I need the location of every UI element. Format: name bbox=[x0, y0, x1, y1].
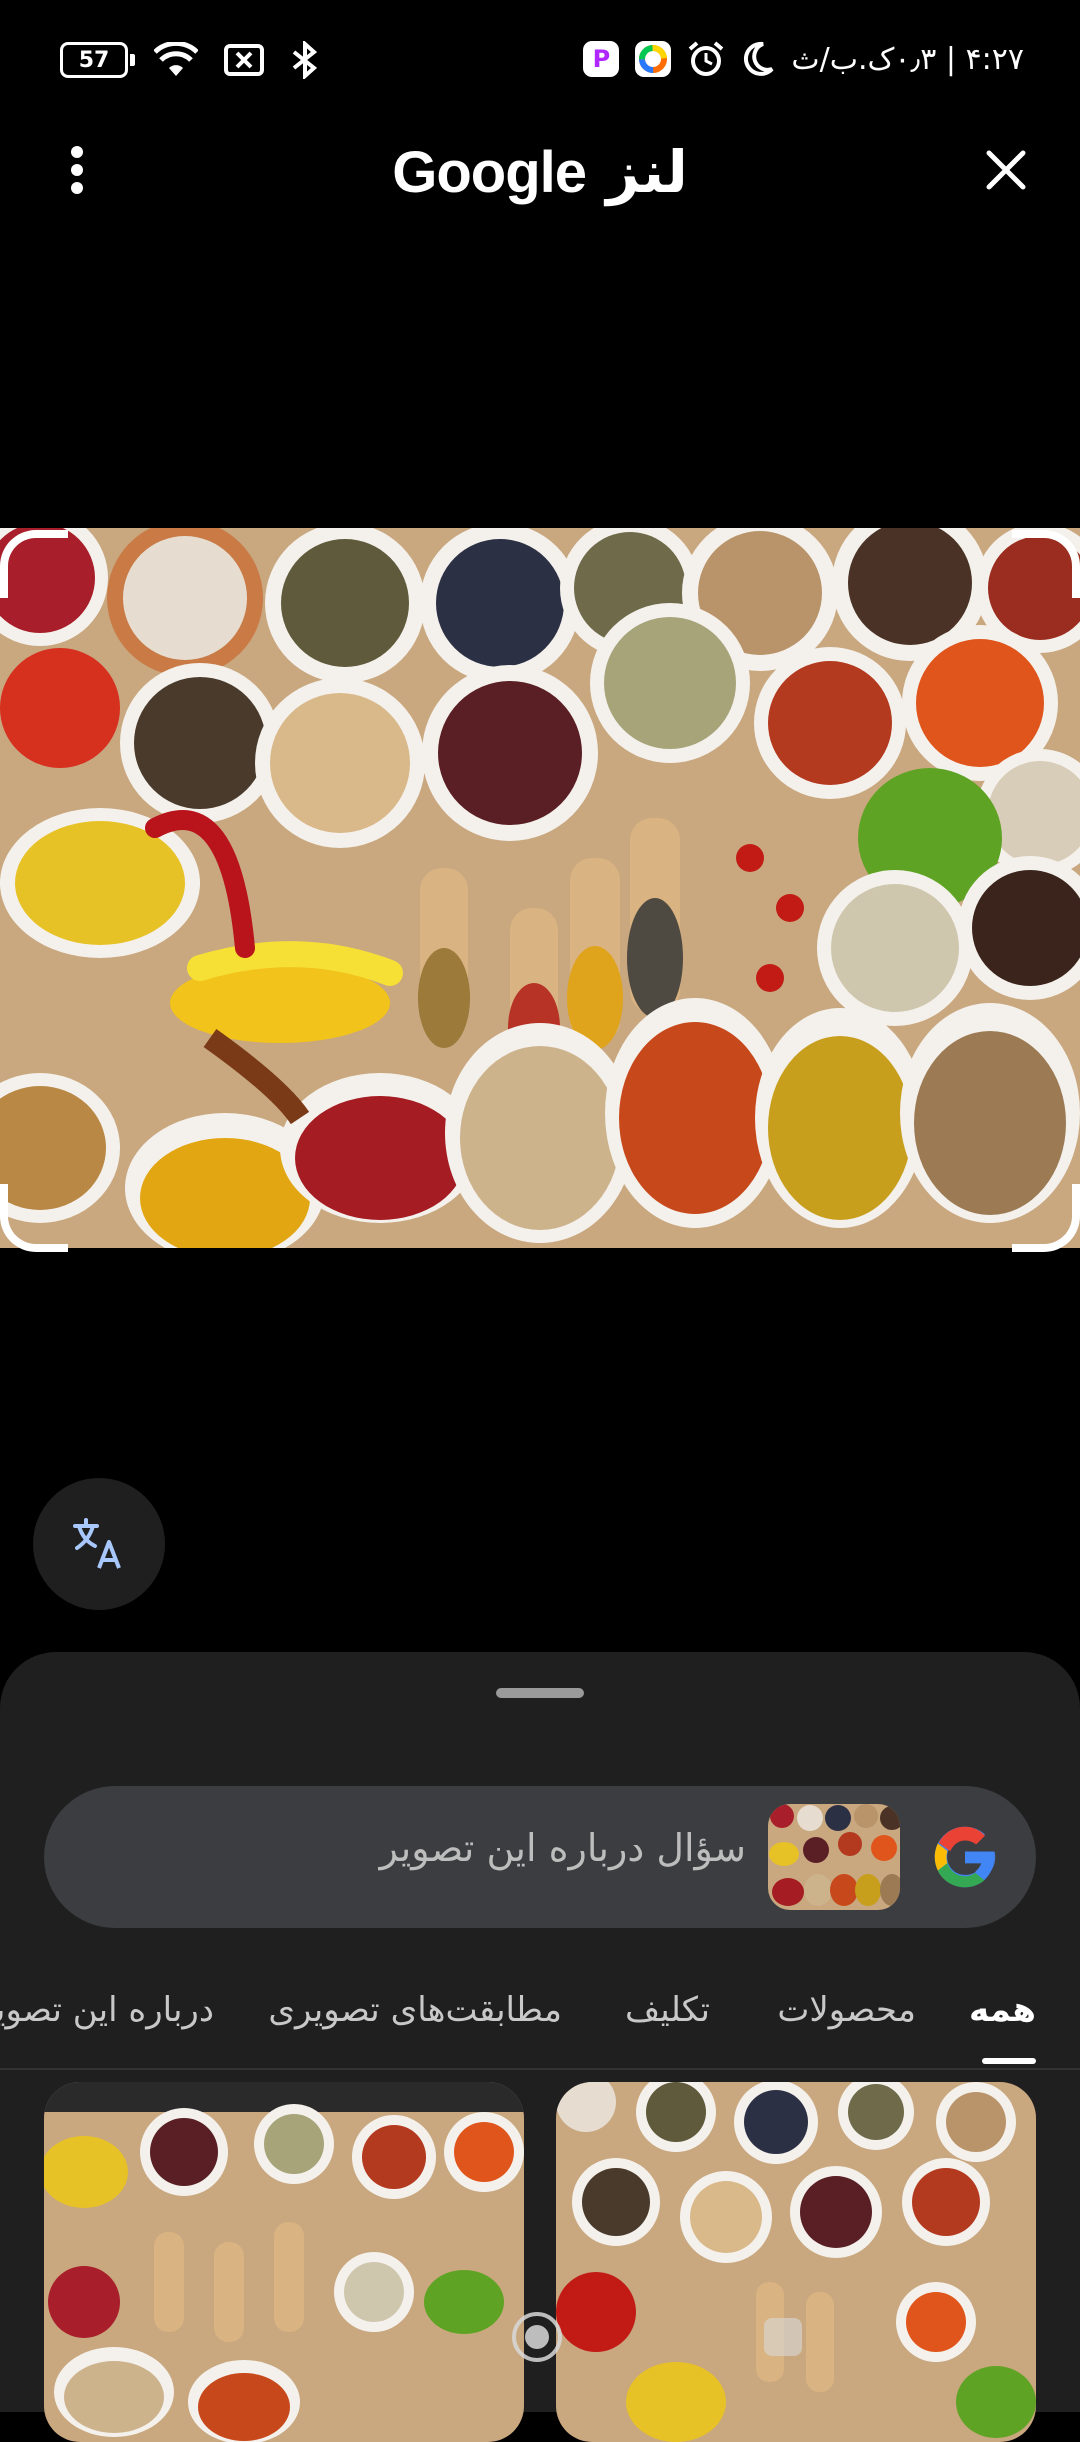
translate-button[interactable] bbox=[33, 1478, 165, 1610]
title-brand: Google bbox=[392, 140, 587, 205]
search-placeholder: سؤال درباره این تصویر bbox=[379, 1826, 746, 1870]
results-sheet[interactable]: سؤال درباره این تصویر همه محصولات تکلیف … bbox=[0, 1652, 1080, 2442]
tab-all[interactable]: همه bbox=[969, 1990, 1036, 2030]
captured-image[interactable] bbox=[0, 528, 1080, 1248]
close-icon bbox=[986, 150, 1026, 190]
app-color-icon bbox=[635, 41, 672, 77]
status-bar: 57 P ۴:۲۷ | ۰٫۳ک.ب/ث bbox=[0, 0, 1080, 120]
tab-homework[interactable]: تکلیف bbox=[625, 1990, 710, 2030]
active-tab-indicator bbox=[982, 2058, 1036, 2064]
bluetooth-icon bbox=[292, 41, 318, 79]
crop-corner-top-right[interactable] bbox=[1012, 530, 1080, 598]
results-tabs: همه محصولات تکلیف مطابقت‌های تصویری دربا… bbox=[0, 1964, 1080, 2070]
battery-level: 57 bbox=[78, 47, 110, 73]
crop-corner-bottom-left[interactable] bbox=[0, 1184, 68, 1252]
battery-icon: 57 bbox=[60, 42, 135, 78]
alarm-icon bbox=[689, 41, 724, 76]
nav-home-button[interactable] bbox=[512, 2312, 562, 2362]
drag-handle[interactable] bbox=[496, 1688, 584, 1698]
google-g-icon bbox=[934, 1826, 996, 1888]
crop-corner-top-left[interactable] bbox=[0, 530, 68, 598]
tab-products[interactable]: محصولات bbox=[777, 1990, 916, 2030]
result-card[interactable] bbox=[44, 2082, 524, 2442]
tab-about-this-image[interactable]: درباره این تصویر bbox=[0, 1990, 214, 2030]
results-grid bbox=[0, 2082, 1080, 2442]
search-image-thumbnail[interactable] bbox=[768, 1804, 900, 1910]
translate-icon bbox=[73, 1518, 121, 1569]
result-card[interactable] bbox=[556, 2082, 1036, 2442]
title-suffix: لنز bbox=[606, 138, 688, 206]
tab-visual-matches[interactable]: مطابقت‌های تصویری bbox=[268, 1990, 562, 2030]
moon-icon bbox=[744, 41, 774, 76]
sim-off-icon bbox=[224, 44, 264, 76]
search-bar[interactable]: سؤال درباره این تصویر bbox=[44, 1786, 1036, 1928]
nav-recents-button[interactable] bbox=[764, 2318, 802, 2356]
app-bar: Google لنز bbox=[0, 120, 1080, 220]
app-p-icon: P bbox=[583, 41, 620, 77]
close-button[interactable] bbox=[978, 142, 1034, 198]
wifi-icon bbox=[154, 42, 198, 76]
status-time: ۴:۲۷ | ۰٫۳ک.ب/ث bbox=[791, 41, 1024, 77]
app-title: Google لنز bbox=[0, 138, 1080, 206]
